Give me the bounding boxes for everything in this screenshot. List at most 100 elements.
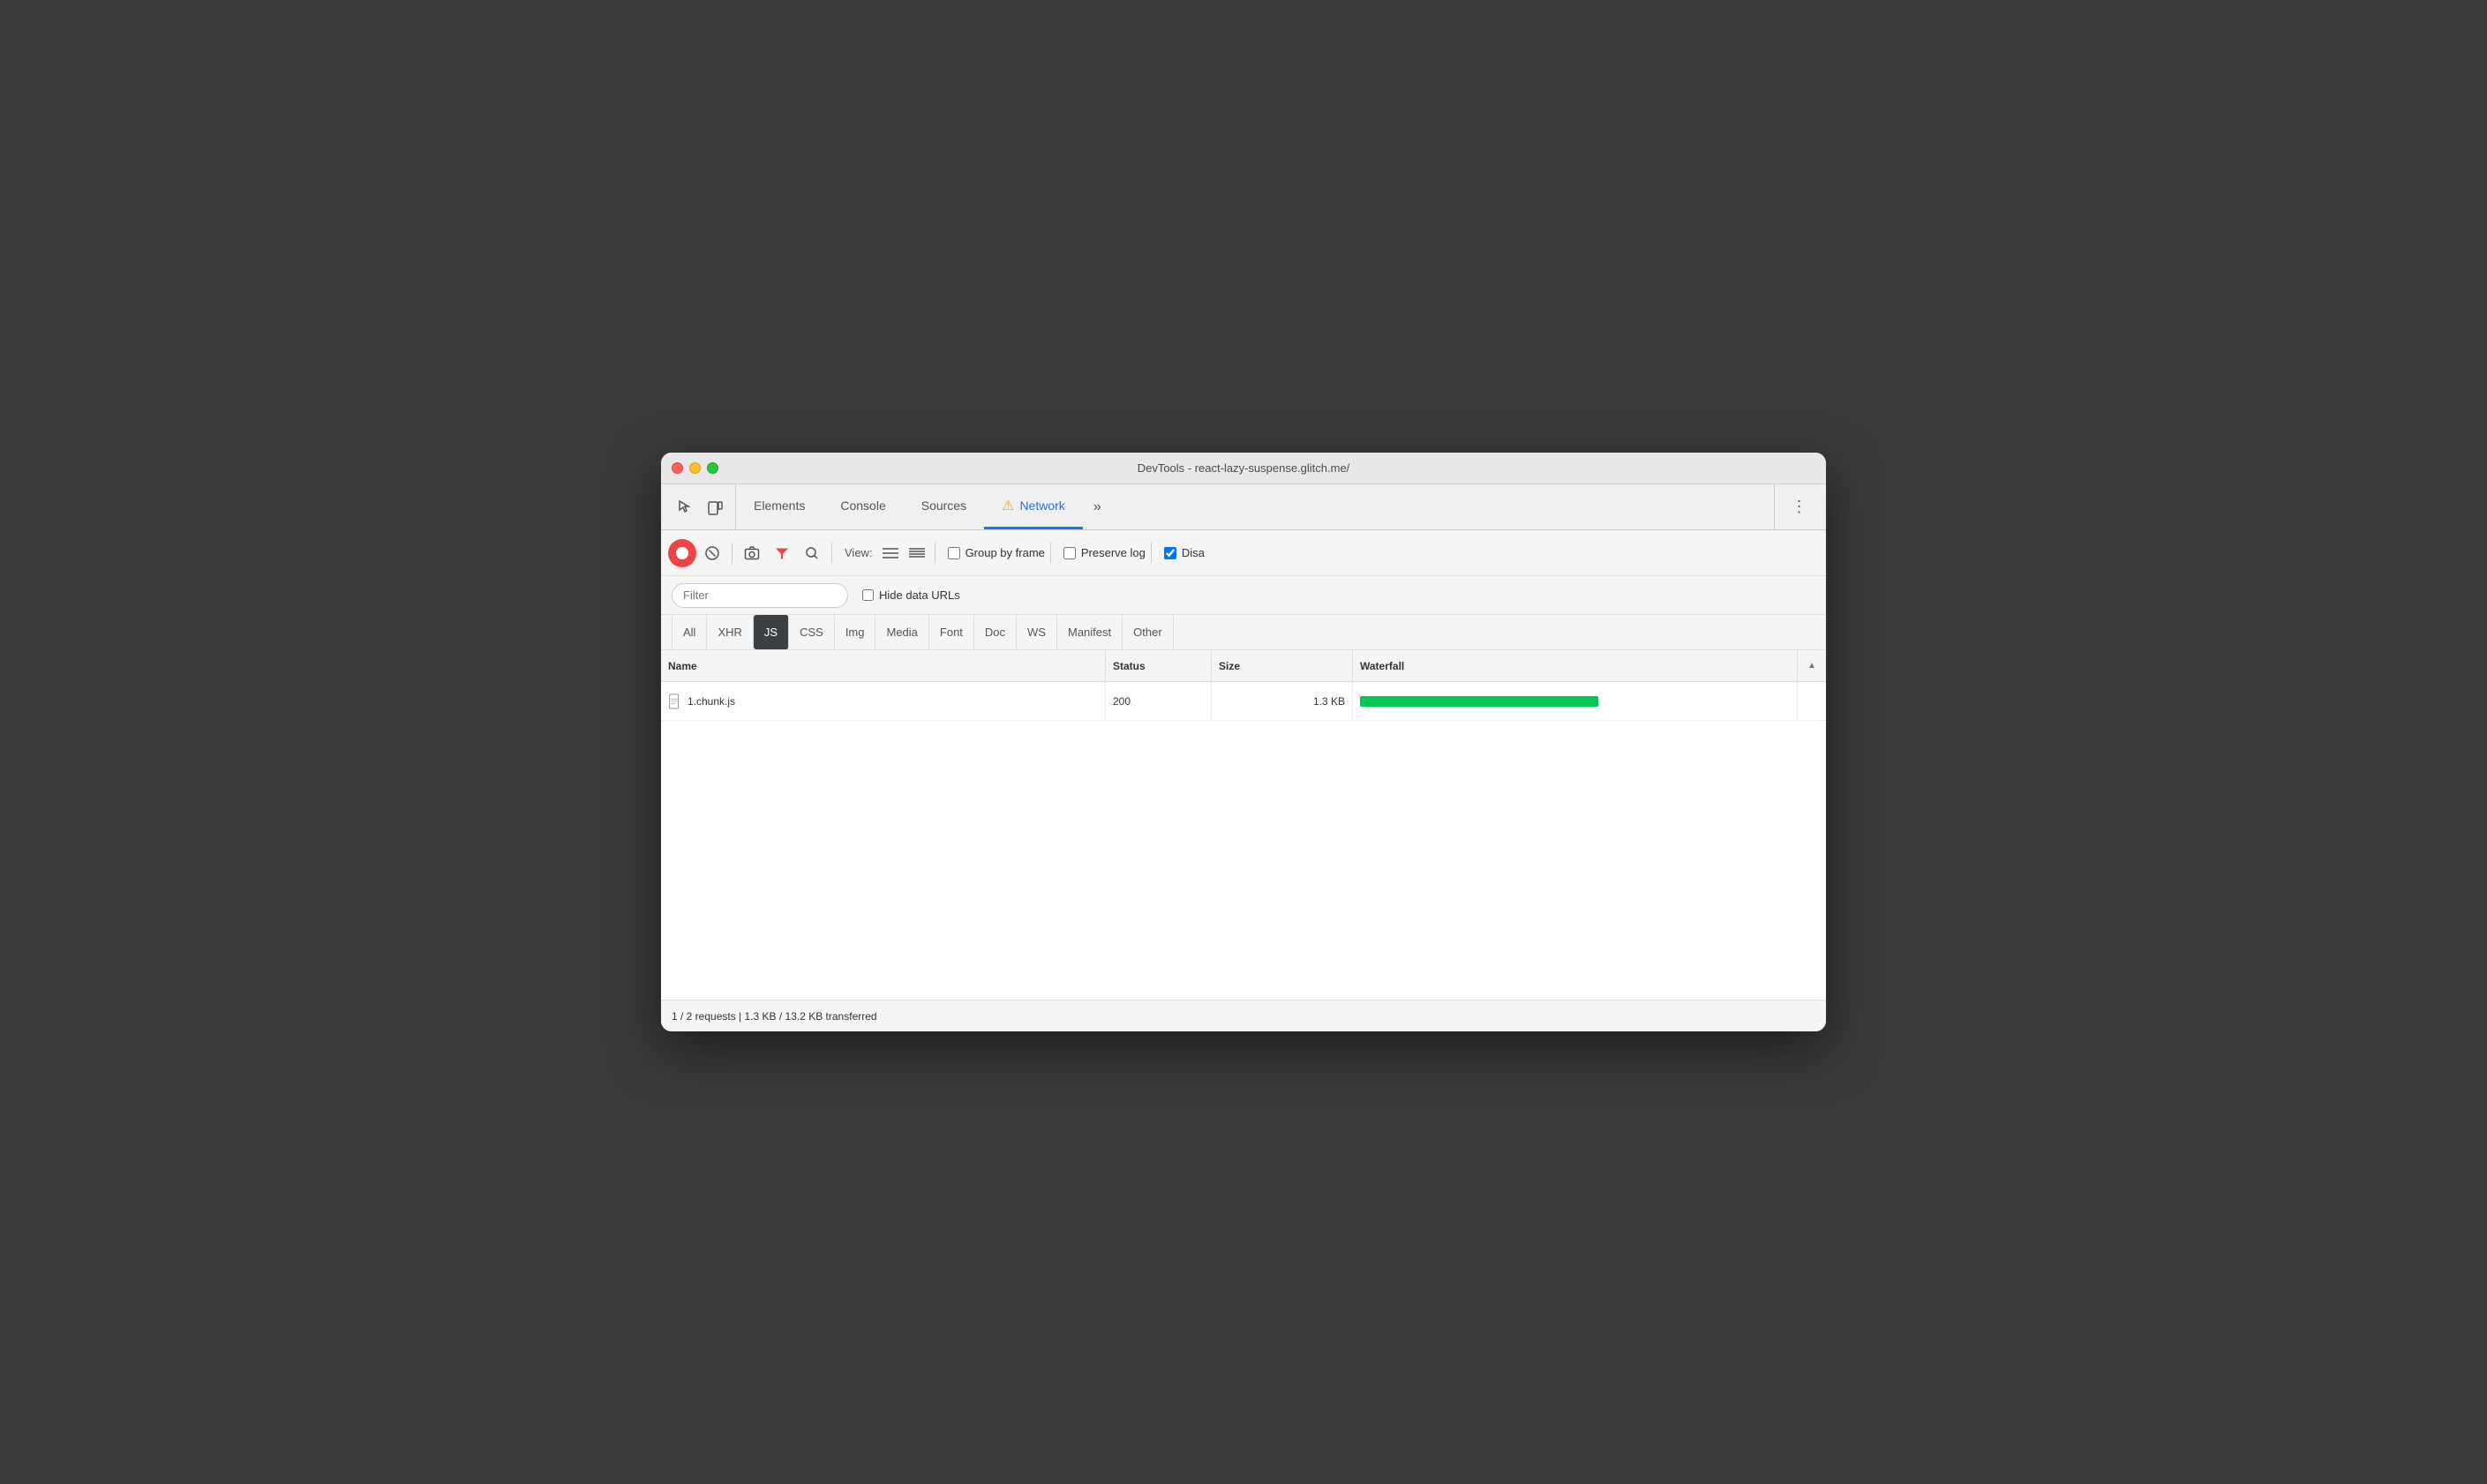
cell-status: 200 [1106, 682, 1212, 720]
col-size-label: Size [1219, 660, 1240, 672]
cell-name: 1.chunk.js [661, 682, 1106, 720]
resource-img[interactable]: Img [835, 615, 876, 649]
disable-cache-label[interactable]: Disa [1164, 546, 1205, 559]
resource-js[interactable]: JS [754, 615, 789, 649]
resource-font[interactable]: Font [929, 615, 974, 649]
window-title: DevTools - react-lazy-suspense.glitch.me… [1138, 461, 1350, 475]
table-row[interactable]: 1.chunk.js 200 1.3 KB [661, 682, 1826, 721]
resource-doc[interactable]: Doc [974, 615, 1017, 649]
cell-waterfall [1353, 682, 1798, 720]
waterfall-bar [1360, 696, 1598, 707]
tab-network[interactable]: ⚠ Network [984, 484, 1083, 529]
resource-css-label: CSS [800, 626, 823, 639]
group-by-frame-checkbox[interactable] [948, 547, 960, 559]
resource-manifest[interactable]: Manifest [1057, 615, 1123, 649]
tab-elements-label: Elements [754, 498, 805, 513]
col-sort[interactable]: ▲ [1798, 650, 1826, 681]
status-code: 200 [1113, 695, 1131, 708]
preserve-log-text: Preserve log [1081, 546, 1146, 559]
record-dot [676, 547, 688, 559]
devtools-window: DevTools - react-lazy-suspense.glitch.me… [661, 453, 1826, 1031]
network-toolbar: View: Group by frame [661, 530, 1826, 576]
resource-js-label: JS [764, 626, 778, 639]
maximize-button[interactable] [707, 462, 718, 474]
tab-console-label: Console [840, 498, 885, 513]
resource-media[interactable]: Media [875, 615, 928, 649]
resource-other-label: Other [1133, 626, 1162, 639]
warning-icon: ⚠ [1002, 497, 1014, 514]
search-button[interactable] [798, 539, 826, 567]
hide-data-urls-text: Hide data URLs [879, 588, 960, 602]
device-toolbar-icon[interactable] [702, 494, 728, 521]
hide-data-urls-label[interactable]: Hide data URLs [862, 588, 960, 602]
resource-doc-label: Doc [985, 626, 1005, 639]
tab-console[interactable]: Console [823, 484, 903, 529]
tabs: Elements Console Sources ⚠ Network » [736, 484, 1774, 529]
col-name-label: Name [668, 660, 697, 672]
filter-input[interactable] [672, 583, 848, 608]
capture-screenshot-button[interactable] [738, 539, 766, 567]
cell-extra [1798, 682, 1826, 720]
status-text: 1 / 2 requests | 1.3 KB / 13.2 KB transf… [672, 1010, 877, 1023]
filter-input-wrap [672, 583, 848, 608]
record-button[interactable] [668, 539, 696, 567]
resource-img-label: Img [845, 626, 865, 639]
status-bar: 1 / 2 requests | 1.3 KB / 13.2 KB transf… [661, 1000, 1826, 1031]
tab-sources[interactable]: Sources [904, 484, 984, 529]
toolbar-divider-1 [732, 543, 733, 564]
minimize-button[interactable] [689, 462, 701, 474]
cell-size: 1.3 KB [1212, 682, 1353, 720]
resource-other[interactable]: Other [1123, 615, 1174, 649]
more-tabs-icon: » [1093, 499, 1101, 515]
toolbar-divider-5 [1151, 543, 1152, 564]
group-by-frame-label[interactable]: Group by frame [948, 546, 1045, 559]
tab-network-label: Network [1019, 498, 1064, 513]
tab-bar-right: ⋮ [1774, 484, 1822, 529]
compact-view-button[interactable] [905, 541, 929, 566]
col-waterfall[interactable]: Waterfall [1353, 650, 1798, 681]
resource-ws-label: WS [1027, 626, 1046, 639]
toolbar-divider-2 [831, 543, 832, 564]
col-status-label: Status [1113, 660, 1146, 672]
resource-media-label: Media [886, 626, 917, 639]
resource-all-label: All [683, 626, 695, 639]
hide-data-urls-checkbox[interactable] [862, 589, 874, 601]
resource-all[interactable]: All [672, 615, 707, 649]
list-view-button[interactable] [878, 541, 903, 566]
file-icon [668, 693, 682, 709]
resource-manifest-label: Manifest [1068, 626, 1111, 639]
resource-ws[interactable]: WS [1017, 615, 1057, 649]
table-body: 1.chunk.js 200 1.3 KB [661, 682, 1826, 1000]
toolbar-divider-4 [1050, 543, 1051, 564]
disable-cache-checkbox[interactable] [1164, 547, 1176, 559]
resource-css[interactable]: CSS [789, 615, 835, 649]
tab-sources-label: Sources [921, 498, 966, 513]
preserve-log-label[interactable]: Preserve log [1063, 546, 1146, 559]
file-name: 1.chunk.js [687, 695, 735, 708]
resource-font-label: Font [940, 626, 963, 639]
col-status[interactable]: Status [1106, 650, 1212, 681]
col-waterfall-label: Waterfall [1360, 660, 1404, 672]
tab-more[interactable]: » [1083, 484, 1112, 529]
tab-elements[interactable]: Elements [736, 484, 823, 529]
customize-devtools-icon[interactable]: ⋮ [1785, 494, 1812, 521]
network-table: Name Status Size Waterfall ▲ [661, 650, 1826, 1000]
col-name[interactable]: Name [661, 650, 1106, 681]
traffic-lights [672, 462, 718, 474]
close-button[interactable] [672, 462, 683, 474]
filter-button[interactable] [768, 539, 796, 567]
resource-xhr[interactable]: XHR [707, 615, 753, 649]
view-label: View: [845, 546, 873, 559]
col-size[interactable]: Size [1212, 650, 1353, 681]
tab-bar: Elements Console Sources ⚠ Network » ⋮ [661, 484, 1826, 530]
clear-button[interactable] [698, 539, 726, 567]
resource-type-filter: All XHR JS CSS Img Media Font Doc WS Man… [661, 615, 1826, 650]
inspect-element-icon[interactable] [672, 494, 698, 521]
sort-arrow-icon: ▲ [1807, 661, 1816, 671]
disable-cache-text: Disa [1182, 546, 1205, 559]
resource-xhr-label: XHR [718, 626, 741, 639]
preserve-log-checkbox[interactable] [1063, 547, 1076, 559]
table-header: Name Status Size Waterfall ▲ [661, 650, 1826, 682]
group-by-frame-text: Group by frame [965, 546, 1045, 559]
tab-bar-icons [665, 484, 736, 529]
